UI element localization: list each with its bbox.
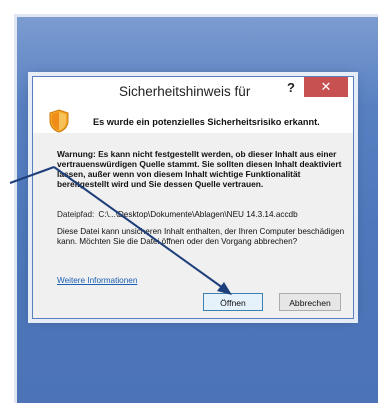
cancel-button[interactable]: Abbrechen <box>279 293 341 311</box>
info-text: Diese Datei kann unsicheren Inhalt entha… <box>57 227 345 246</box>
file-path-value: C:\...\Desktop\Dokumente\Ablagen\NEU 14.… <box>98 210 298 219</box>
warning-text: Warnung: Es kann nicht festgestellt werd… <box>57 149 342 189</box>
shield-warning-icon <box>49 109 69 133</box>
file-path-label: Dateipfad: <box>57 210 95 219</box>
file-path: Dateipfad: C:\...\Desktop\Dokumente\Ablag… <box>57 210 353 219</box>
dialog-title: Sicherheitshinweis für <box>119 84 251 99</box>
dialog-heading: Es wurde ein potenzielles Sicherheitsris… <box>93 117 320 127</box>
dialog-titlebar[interactable]: Sicherheitshinweis für ? ✕ <box>33 77 353 105</box>
more-information-link[interactable]: Weitere Informationen <box>57 276 137 285</box>
security-notice-dialog: Sicherheitshinweis für ? ✕ Es wurde ein … <box>32 76 354 319</box>
help-button[interactable]: ? <box>281 79 301 97</box>
dialog-body: Es wurde ein potenzielles Sicherheitsris… <box>33 105 353 318</box>
open-button[interactable]: Öffnen <box>203 293 263 311</box>
close-button[interactable]: ✕ <box>304 77 348 97</box>
